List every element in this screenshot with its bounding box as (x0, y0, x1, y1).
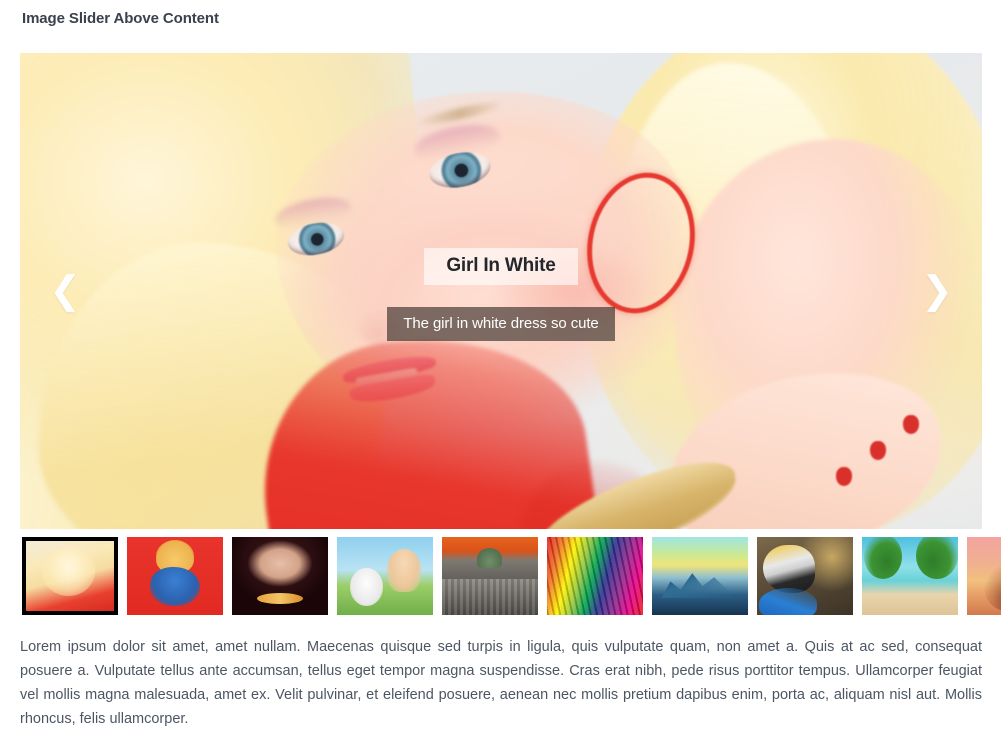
thumbnail-4[interactable] (337, 537, 433, 615)
thumbnail-10-image (967, 537, 1001, 615)
active-slide-image[interactable] (20, 53, 982, 529)
thumbnail-5-image (442, 537, 538, 615)
thumbnail-10[interactable] (967, 537, 1001, 615)
page-title: Image Slider Above Content (22, 10, 219, 27)
prev-arrow-icon[interactable]: ❮ (42, 260, 88, 322)
thumbnail-3-image (232, 537, 328, 615)
thumbnail-strip[interactable] (22, 537, 1001, 615)
thumbnail-6[interactable] (547, 537, 643, 615)
thumbnail-3[interactable] (232, 537, 328, 615)
next-arrow-icon[interactable]: ❯ (914, 260, 960, 322)
thumbnail-8-image (757, 537, 853, 615)
thumbnail-9-image (862, 537, 958, 615)
fingernail (869, 440, 886, 460)
thumbnail-8[interactable] (757, 537, 853, 615)
thumbnail-4-image (337, 537, 433, 615)
thumbnail-9[interactable] (862, 537, 958, 615)
nose (356, 300, 409, 347)
thumbnail-1[interactable] (22, 537, 118, 615)
thumbnail-1-image (26, 541, 114, 611)
thumbnail-2-image (127, 537, 223, 615)
thumbnail-6-image (547, 537, 643, 615)
image-slider[interactable]: Girl In White The girl in white dress so… (20, 53, 982, 529)
body-paragraph: Lorem ipsum dolor sit amet, amet nullam.… (20, 638, 982, 727)
thumbnail-5[interactable] (442, 537, 538, 615)
thumbnail-7[interactable] (652, 537, 748, 615)
thumbnail-2[interactable] (127, 537, 223, 615)
thumbnail-7-image (652, 537, 748, 615)
